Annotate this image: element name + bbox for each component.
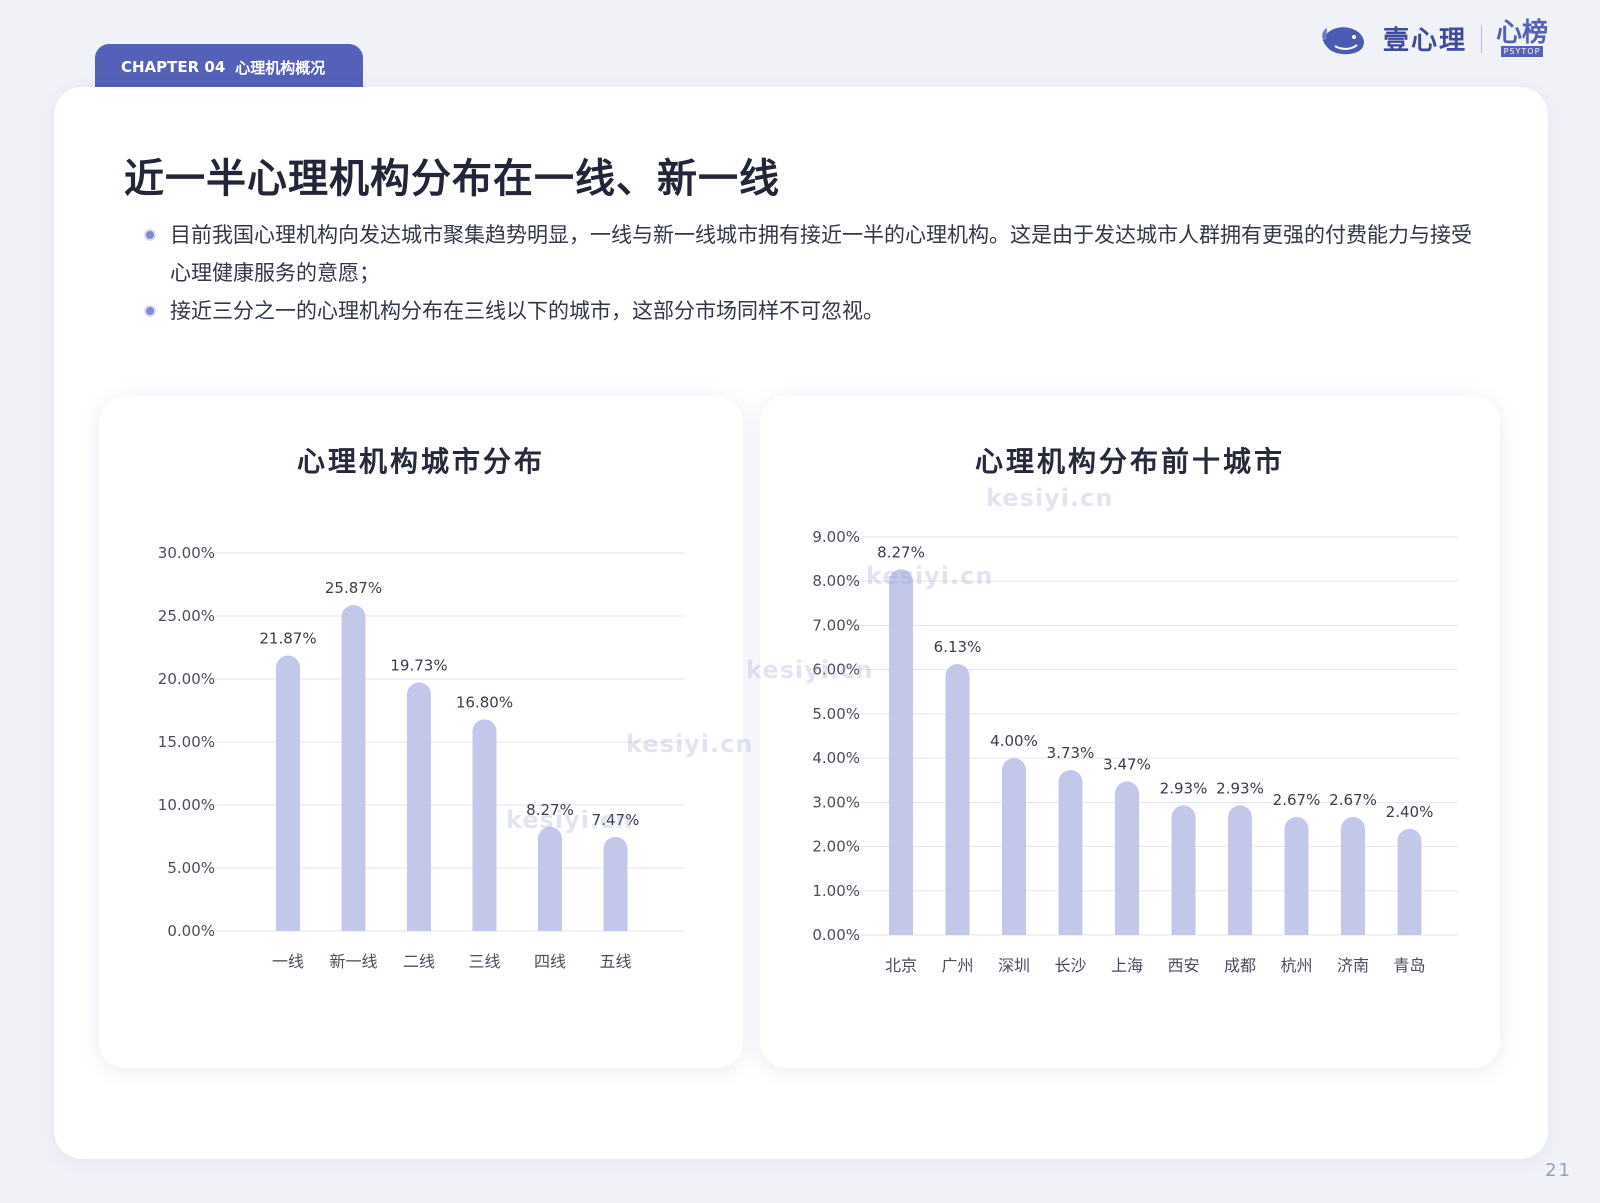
- page-number: 21: [1545, 1160, 1572, 1181]
- y-tick-label: 3.00%: [812, 793, 860, 811]
- bar-value-label: 3.73%: [1047, 744, 1095, 762]
- page-headline: 近一半心理机构分布在一线、新一线: [124, 156, 780, 202]
- bar-value-label: 2.93%: [1160, 779, 1208, 797]
- chapter-tab: CHAPTER 04 心理机构概况: [95, 44, 363, 90]
- bar-value-label: 21.87%: [259, 629, 316, 647]
- x-category-label: 二线: [403, 952, 435, 971]
- whale-logo-icon: [1322, 26, 1364, 54]
- brand-area: 壹心理 心榜 PSYTOP: [1321, 20, 1548, 57]
- brand-divider: [1480, 24, 1482, 53]
- y-tick-label: 10.00%: [158, 796, 215, 814]
- bar-value-label: 16.80%: [456, 693, 513, 711]
- bar: [1058, 770, 1083, 935]
- bar-value-label: 2.67%: [1329, 791, 1377, 809]
- bar-value-label: 2.93%: [1216, 779, 1264, 797]
- x-category-label: 济南: [1337, 956, 1369, 975]
- y-tick-label: 5.00%: [812, 705, 860, 723]
- bar: [472, 719, 497, 931]
- x-category-label: 长沙: [1054, 956, 1086, 975]
- bar: [1228, 805, 1252, 935]
- bar: [1115, 781, 1139, 935]
- y-tick-label: 25.00%: [158, 607, 215, 625]
- bar: [1284, 816, 1309, 935]
- bullet-list: 目前我国心理机构向发达城市聚集趋势明显，一线与新一线城市拥有接近一半的心理机构。…: [144, 216, 1484, 330]
- x-category-label: 五线: [599, 952, 631, 971]
- bullet-item: 目前我国心理机构向发达城市聚集趋势明显，一线与新一线城市拥有接近一半的心理机构。…: [144, 216, 1484, 292]
- bar: [276, 655, 300, 931]
- brand-name: 壹心理: [1382, 26, 1467, 56]
- y-tick-label: 1.00%: [812, 882, 860, 900]
- bullet-text: 目前我国心理机构向发达城市聚集趋势明显，一线与新一线城市拥有接近一半的心理机构。…: [170, 223, 1472, 285]
- bar: [603, 836, 628, 931]
- bar: [889, 569, 913, 935]
- psytop-logo-sub: PSYTOP: [1500, 46, 1544, 57]
- bar-value-label: 25.87%: [325, 579, 382, 597]
- x-category-label: 西安: [1167, 956, 1199, 975]
- bar-value-label: 2.67%: [1273, 791, 1321, 809]
- x-category-label: 四线: [534, 952, 566, 971]
- bar: [1171, 805, 1196, 935]
- bar-value-label: 8.27%: [526, 801, 574, 819]
- bar: [538, 826, 562, 931]
- bar-value-label: 4.00%: [990, 732, 1038, 750]
- x-category-label: 深圳: [998, 956, 1030, 975]
- y-tick-label: 2.00%: [812, 838, 860, 856]
- x-category-label: 新一线: [329, 952, 377, 971]
- chapter-title: 心理机构概况: [235, 58, 326, 77]
- x-category-label: 三线: [468, 952, 500, 971]
- bar: [1002, 758, 1026, 935]
- bar-value-label: 8.27%: [877, 543, 925, 561]
- bar-value-label: 7.47%: [592, 811, 640, 829]
- psytop-logo-text: 心榜: [1495, 18, 1548, 48]
- bullet-dot-icon: [146, 231, 154, 239]
- bar-value-label: 2.40%: [1386, 803, 1434, 821]
- y-tick-label: 9.00%: [812, 528, 860, 546]
- y-tick-label: 30.00%: [158, 544, 215, 562]
- bar: [1397, 828, 1422, 935]
- y-tick-label: 6.00%: [812, 661, 860, 679]
- x-category-label: 杭州: [1280, 956, 1312, 975]
- top-cities-chart-panel: 心理机构分布前十城市 0.00% 1.00% 2.00% 3.00% 4.00% 5.00…: [760, 396, 1500, 1068]
- bullet-text: 接近三分之一的心理机构分布在三线以下的城市，这部分市场同样不可忽视。: [170, 299, 884, 323]
- city-tier-chart-panel: 心理机构城市分布 0.00% 5.00% 10.00% 15.00% 20.00% 25.…: [99, 396, 743, 1068]
- x-category-label: 一线: [272, 952, 304, 971]
- x-category-label: 广州: [941, 956, 973, 975]
- bar-value-label: 6.13%: [934, 638, 982, 656]
- psytop-logo: 心榜 PSYTOP: [1496, 20, 1548, 57]
- bar: [407, 682, 431, 931]
- bar-value-label: 19.73%: [390, 656, 447, 674]
- chapter-number: CHAPTER 04: [121, 58, 226, 76]
- bar: [945, 663, 970, 935]
- y-tick-label: 8.00%: [812, 572, 860, 590]
- x-category-label: 上海: [1111, 956, 1143, 975]
- y-tick-label: 0.00%: [812, 926, 860, 944]
- bullet-dot-icon: [146, 307, 154, 315]
- y-tick-label: 0.00%: [167, 922, 215, 940]
- y-tick-label: 5.00%: [167, 859, 215, 877]
- top-cities-bar-chart: 0.00% 1.00% 2.00% 3.00% 4.00% 5.00% 6.00% 7.00%…: [812, 528, 1458, 975]
- x-category-label: 北京: [885, 956, 917, 975]
- bullet-item: 接近三分之一的心理机构分布在三线以下的城市，这部分市场同样不可忽视。: [144, 292, 1484, 330]
- y-tick-label: 7.00%: [812, 616, 860, 634]
- x-category-label: 青岛: [1393, 956, 1425, 975]
- bar: [341, 605, 366, 931]
- y-tick-label: 4.00%: [812, 749, 860, 767]
- y-tick-label: 15.00%: [158, 733, 215, 751]
- city-tier-bar-chart: 0.00% 5.00% 10.00% 15.00% 20.00% 25.00% 30.00%…: [158, 544, 684, 971]
- y-tick-label: 20.00%: [158, 670, 215, 688]
- x-category-label: 成都: [1224, 956, 1256, 975]
- bar-value-label: 3.47%: [1103, 756, 1151, 774]
- bar: [1341, 816, 1365, 935]
